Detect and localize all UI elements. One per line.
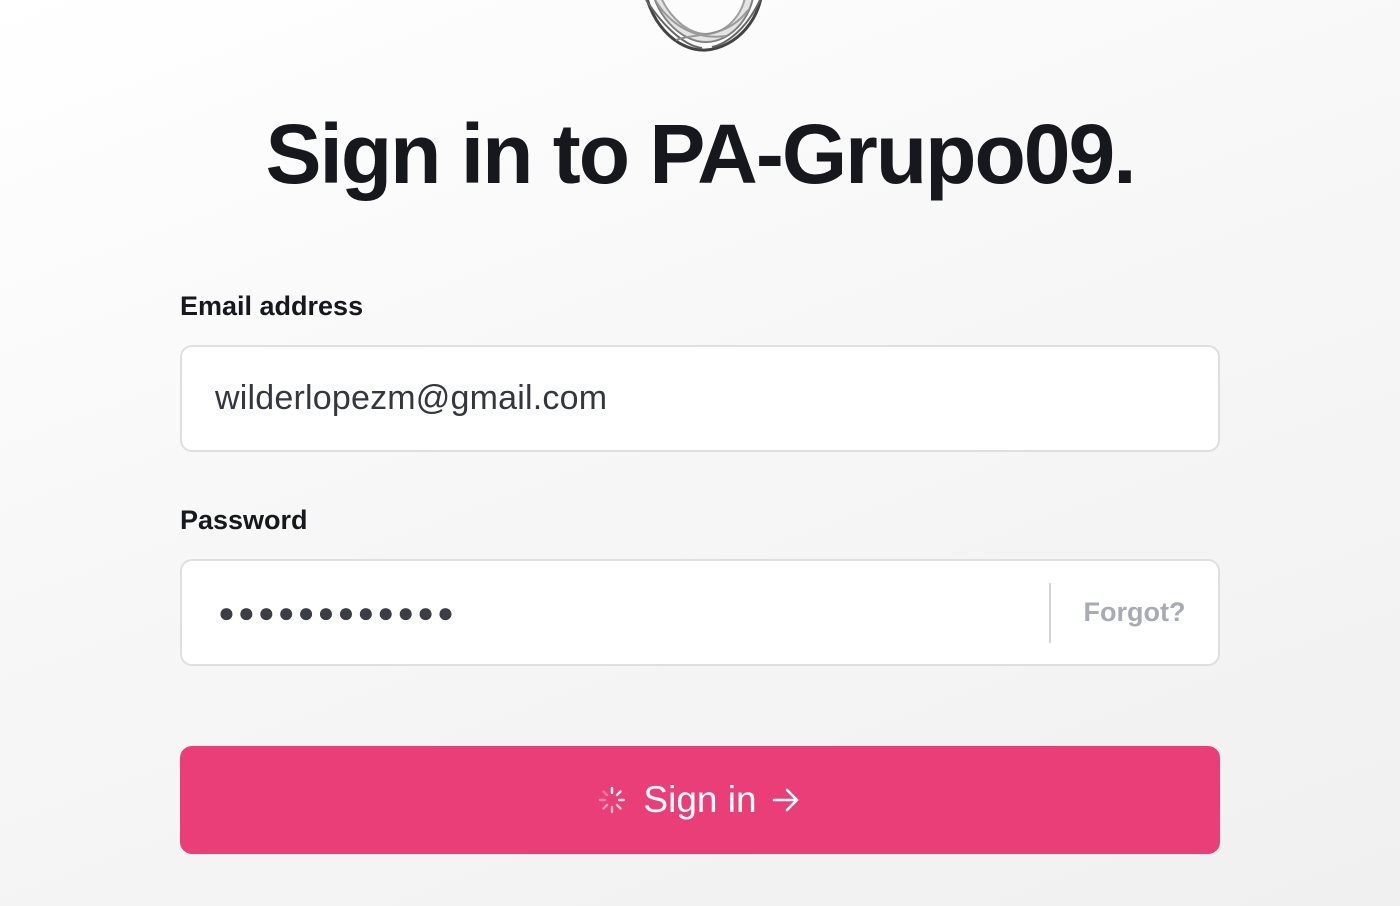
password-field[interactable]: ●●●●●●●●●●●● Forgot?	[180, 559, 1220, 666]
page-title: Sign in to PA-Grupo09.	[265, 107, 1136, 201]
email-field[interactable]: wilderlopezm@gmail.com	[180, 345, 1220, 452]
arrow-right-icon	[772, 788, 798, 812]
sign-in-button[interactable]: Sign in	[180, 746, 1220, 854]
sign-in-form: Email address wilderlopezm@gmail.com Pas…	[180, 288, 1220, 666]
loading-spinner-icon	[599, 786, 626, 814]
password-label: Password	[180, 505, 308, 535]
email-value[interactable]: wilderlopezm@gmail.com	[182, 379, 607, 418]
forgot-password-link[interactable]: Forgot?	[1051, 597, 1218, 628]
password-value[interactable]: ●●●●●●●●●●●●	[182, 597, 1049, 629]
sign-in-label: Sign in	[643, 779, 757, 820]
email-label: Email address	[180, 291, 364, 321]
ring-logo-icon	[645, 0, 762, 52]
